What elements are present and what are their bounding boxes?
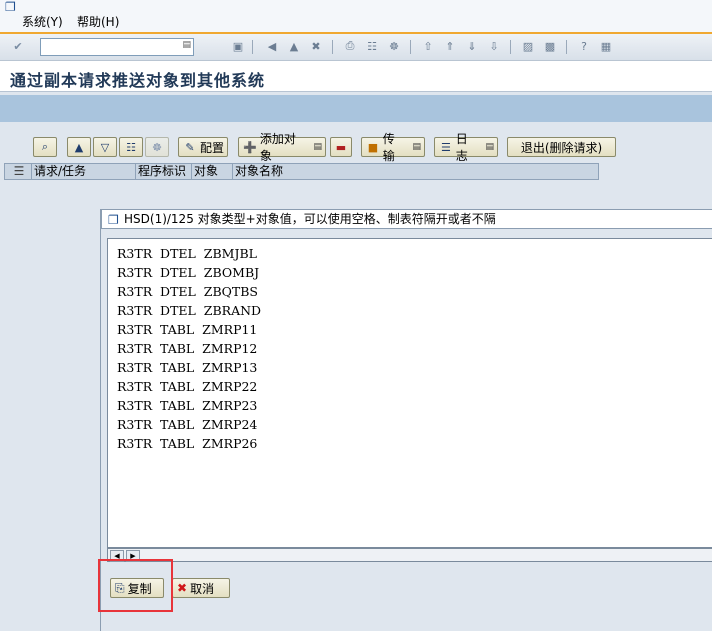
title-bar: 通过副本请求推送对象到其他系统 — [0, 61, 712, 92]
copy-objects-dialog: ❐ HSD(1)/125 对象类型+对象值，可以使用空格、制表符隔开或者不隔 R… — [100, 209, 712, 631]
dropdown-icon[interactable]: ▤ — [182, 40, 191, 50]
next-page-icon[interactable]: ⇓ — [464, 38, 480, 54]
object-list-editor[interactable]: R3TR DTEL ZBMJBL R3TR DTEL ZBOMBJ R3TR DTE… — [107, 238, 712, 548]
menu-system[interactable]: 系统(Y) — [22, 15, 63, 30]
back-icon[interactable]: ◀ — [264, 38, 280, 54]
copy-label: 复制 — [127, 581, 152, 596]
exit-delete-request-label: 退出(删除请求) — [520, 140, 603, 155]
transport-button[interactable]: ■ 传输 ▤ — [361, 132, 425, 163]
command-field[interactable]: ▤ — [40, 38, 194, 56]
scroll-left-button[interactable]: ◀ — [110, 550, 124, 562]
separator — [566, 40, 567, 54]
menu-bar: ❐ 系统(Y) 帮助(H) — [0, 0, 712, 33]
enter-icon[interactable]: ✔ — [10, 38, 26, 54]
binoculars-icon: ☷ — [126, 140, 136, 154]
dropdown-icon: ▤ — [485, 142, 494, 152]
transport-label: 传输 — [382, 132, 395, 163]
dropdown-icon: ▤ — [313, 142, 322, 152]
column-header[interactable]: 对象名称 — [233, 164, 598, 179]
object-line: R3TR DTEL ZBRAND — [117, 303, 262, 318]
separator — [332, 40, 333, 54]
first-page-icon[interactable]: ⇧ — [420, 38, 436, 54]
delete-icon: ▬ — [335, 140, 347, 154]
application-toolbar: ⌕ ▲ ▽ ☷ ☸ ✎ 配置 ➕ 添加对象 ▤ ▬ ■ 传输 ▤ ☰ 日志 ▤ … — [0, 132, 712, 163]
find-button[interactable]: ☷ — [119, 137, 143, 157]
column-header[interactable]: 对象 — [192, 164, 233, 179]
magnifier-icon: ⌕ — [41, 140, 49, 153]
filter-button[interactable]: ▽ — [93, 137, 117, 157]
object-line: R3TR TABL ZMRP22 — [117, 379, 258, 394]
separator — [510, 40, 511, 54]
object-line: R3TR TABL ZMRP23 — [117, 398, 258, 413]
add-object-icon: ➕ — [243, 140, 257, 154]
cancel-icon[interactable]: ✖ — [308, 38, 324, 54]
column-header[interactable]: 请求/任务 — [32, 164, 136, 179]
page-title: 通过副本请求推送对象到其他系统 — [10, 71, 266, 90]
standard-toolbar: ✔ ▤ ▣ ◀ ▲ ✖ ⎙ ☷ ☸ ⇧ ⇑ ⇓ ⇩ ▨ ▩ ? ▦ — [0, 34, 712, 61]
object-line: R3TR TABL ZMRP24 — [117, 417, 258, 432]
configure-label: 配置 — [200, 140, 225, 155]
application-band — [0, 95, 712, 122]
scroll-right-button[interactable]: ▶ — [126, 550, 140, 562]
dialog-title: HSD(1)/125 对象类型+对象值，可以使用空格、制表符隔开或者不隔 — [124, 212, 496, 226]
copy-button[interactable]: ⎘ 复制 — [110, 578, 164, 598]
shortcut-icon[interactable]: ▩ — [542, 38, 558, 54]
horizontal-scrollbar[interactable]: ◀ ▶ — [107, 548, 712, 562]
configure-button[interactable]: ✎ 配置 — [178, 137, 228, 157]
find-icon[interactable]: ☷ — [364, 38, 380, 54]
binoculars-next-icon: ☸ — [152, 140, 162, 154]
last-page-icon[interactable]: ⇩ — [486, 38, 502, 54]
sort-ascending-button[interactable]: ▲ — [67, 137, 91, 157]
truck-icon: ■ — [367, 140, 379, 154]
edit-icon: ✎ — [185, 140, 195, 154]
column-header[interactable]: 程序标识 — [136, 164, 192, 179]
log-icon: ☰ — [440, 140, 451, 154]
details-button[interactable]: ⌕ — [33, 137, 57, 157]
object-line: R3TR DTEL ZBMJBL — [117, 246, 257, 261]
layout-menu-icon[interactable]: ▦ — [598, 38, 614, 54]
find-next-button[interactable]: ☸ — [145, 137, 169, 157]
separator — [252, 40, 253, 54]
command-input[interactable] — [41, 39, 180, 54]
object-line: R3TR TABL ZMRP26 — [117, 436, 258, 451]
create-session-icon[interactable]: ▨ — [520, 38, 536, 54]
object-line: R3TR TABL ZMRP13 — [117, 360, 258, 375]
add-object-label: 添加对象 — [259, 132, 296, 163]
add-object-button[interactable]: ➕ 添加对象 ▤ — [238, 132, 326, 163]
copy-icon: ⎘ — [115, 580, 125, 595]
print-icon[interactable]: ⎙ — [342, 38, 358, 54]
dialog-icon: ❐ — [108, 213, 119, 227]
log-button[interactable]: ☰ 日志 ▤ — [434, 132, 498, 163]
dialog-title-bar: ❐ HSD(1)/125 对象类型+对象值，可以使用空格、制表符隔开或者不隔 — [101, 209, 712, 229]
system-menu-icon[interactable]: ❐ — [5, 1, 19, 13]
help-icon[interactable]: ? — [576, 38, 592, 54]
log-label: 日志 — [455, 132, 468, 163]
cancel-button[interactable]: ✖ 取消 — [172, 578, 230, 598]
object-line: R3TR TABL ZMRP12 — [117, 341, 258, 356]
delete-object-button[interactable]: ▬ — [330, 137, 352, 157]
object-line: R3TR DTEL ZBQTBS — [117, 284, 258, 299]
object-line: R3TR DTEL ZBOMBJ — [117, 265, 260, 280]
previous-page-icon[interactable]: ⇑ — [442, 38, 458, 54]
exit-delete-request-button[interactable]: 退出(删除请求) — [507, 137, 616, 157]
separator — [410, 40, 411, 54]
table-header: ☰ 请求/任务 程序标识 对象 对象名称 — [4, 163, 599, 180]
find-next-icon[interactable]: ☸ — [386, 38, 402, 54]
object-line: R3TR TABL ZMRP11 — [117, 322, 258, 337]
dropdown-icon: ▤ — [412, 142, 421, 152]
close-icon: ✖ — [177, 581, 188, 595]
filter-icon: ▽ — [100, 140, 110, 154]
object-list-text[interactable]: R3TR DTEL ZBMJBL R3TR DTEL ZBOMBJ R3TR DTE… — [117, 244, 261, 453]
cancel-label: 取消 — [190, 581, 215, 596]
save-icon[interactable]: ▣ — [230, 38, 246, 54]
exit-icon[interactable]: ▲ — [286, 38, 302, 54]
menu-help[interactable]: 帮助(H) — [77, 15, 119, 30]
select-all-icon[interactable]: ☰ — [5, 164, 32, 179]
sort-ascending-icon: ▲ — [74, 140, 84, 154]
